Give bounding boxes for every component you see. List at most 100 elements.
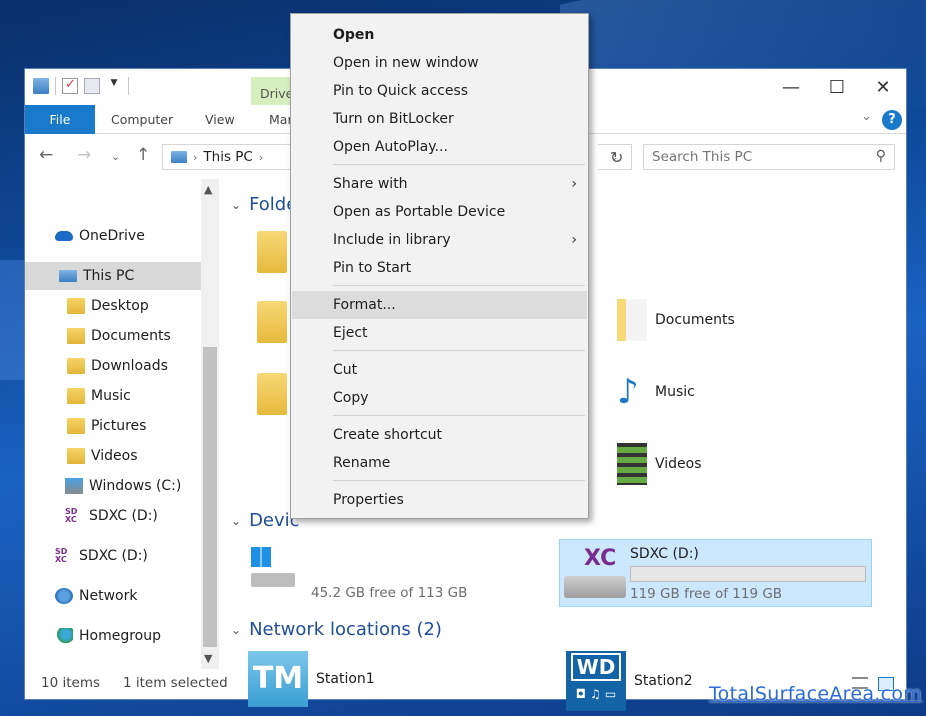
menu-item-open-autoplay[interactable]: Open AutoPlay...	[292, 133, 587, 161]
properties-check-icon[interactable]: ✓	[62, 77, 78, 94]
refresh-icon[interactable]: ↻	[610, 148, 623, 167]
menu-separator	[333, 480, 585, 481]
new-folder-icon[interactable]	[84, 78, 100, 94]
recent-locations-chevron-icon[interactable]: ⌄	[111, 150, 120, 163]
sidebar-item-windows-c[interactable]: Windows (C:)	[25, 472, 201, 500]
folder-item-desktop[interactable]	[257, 231, 287, 273]
sidebar-item-label: This PC	[83, 268, 135, 284]
menu-item-pin-to-quick-access[interactable]: Pin to Quick access	[292, 77, 587, 105]
sidebar-item-downloads[interactable]: Downloads	[25, 352, 201, 380]
menu-item-pin-to-start[interactable]: Pin to Start	[292, 254, 587, 282]
menu-item-open-in-new-window[interactable]: Open in new window	[292, 49, 587, 77]
sidebar-item-this-pc[interactable]: This PC	[25, 262, 201, 290]
folder-item-music[interactable]: ♪ Music	[617, 371, 695, 413]
windows-c-drive-icon[interactable]	[251, 547, 295, 591]
up-arrow-icon[interactable]: ↑	[136, 145, 150, 165]
watermark-link[interactable]: TotalSurfaceArea.com	[709, 683, 922, 705]
maximize-button[interactable]: ☐	[814, 69, 860, 105]
menu-item-copy[interactable]: Copy	[292, 384, 587, 412]
folder-label: Music	[655, 384, 695, 400]
c-drive-free-space: 45.2 GB free of 113 GB	[311, 585, 468, 601]
sidebar-item-videos[interactable]: Videos	[25, 442, 201, 470]
menu-item-label: Include in library	[333, 232, 451, 248]
context-menu: Open Open in new window Pin to Quick acc…	[290, 13, 589, 519]
sidebar-item-label: Documents	[91, 328, 171, 344]
menu-item-cut[interactable]: Cut	[292, 356, 587, 384]
help-icon[interactable]: ?	[882, 110, 902, 130]
forward-arrow-icon[interactable]: →	[77, 145, 91, 165]
menu-item-turn-on-bitlocker[interactable]: Turn on BitLocker	[292, 105, 587, 133]
drive-name: SDXC (D:)	[630, 546, 699, 562]
menu-separator	[333, 415, 585, 416]
folder-item-documents[interactable]: Documents	[617, 299, 735, 341]
windows-drive-icon	[65, 478, 83, 494]
folder-icon	[257, 301, 287, 343]
status-selection: 1 item selected	[123, 675, 228, 691]
back-arrow-icon[interactable]: ←	[39, 145, 53, 165]
search-box[interactable]: ⚲	[643, 144, 895, 170]
folders-group-header[interactable]: ⌄ Folde	[231, 194, 297, 215]
videos-folder-icon	[67, 448, 85, 464]
sidebar-item-network[interactable]: Network	[25, 582, 201, 610]
sidebar-item-homegroup[interactable]: Homegroup	[25, 622, 201, 650]
sidebar-item-pictures[interactable]: Pictures	[25, 412, 201, 440]
breadcrumb-this-pc[interactable]: This PC	[203, 149, 252, 165]
close-button[interactable]: ✕	[860, 69, 906, 105]
collapse-chevron-icon[interactable]: ⌄	[231, 623, 241, 637]
navigation-pane: OneDrive This PC Desktop Documents Downl…	[25, 179, 201, 669]
sidebar-item-label: Windows (C:)	[89, 478, 182, 494]
tab-computer[interactable]: Computer	[95, 105, 189, 134]
sidebar-item-sdxc-d-root[interactable]: SD XC SDXC (D:)	[25, 542, 201, 570]
menu-item-include-in-library[interactable]: Include in library ›	[292, 226, 587, 254]
folder-item-videos[interactable]: Videos	[617, 443, 702, 485]
folder-icon	[257, 231, 287, 273]
sidebar-item-desktop[interactable]: Desktop	[25, 292, 201, 320]
collapse-chevron-icon[interactable]: ⌄	[231, 198, 241, 212]
scroll-down-arrow-icon[interactable]: ▼	[204, 652, 212, 665]
sidebar-item-documents[interactable]: Documents	[25, 322, 201, 350]
scrollbar-thumb[interactable]	[203, 347, 217, 647]
minimize-button[interactable]: —	[768, 69, 814, 105]
sdxc-d-drive-tile[interactable]: XC SDXC (D:) 119 GB free of 119 GB	[559, 539, 872, 607]
expand-ribbon-chevron-icon[interactable]: ⌄	[861, 109, 872, 124]
folder-item-downloads[interactable]	[257, 301, 287, 343]
downloads-folder-icon	[67, 358, 85, 374]
quick-access-toolbar: ✓ ▼	[33, 77, 129, 95]
sidebar-item-label: Homegroup	[79, 628, 162, 644]
menu-separator	[333, 285, 585, 286]
sdxc-drive-icon: XC	[564, 544, 626, 602]
menu-item-open[interactable]: Open	[292, 21, 587, 49]
breadcrumb-chevron-icon[interactable]: ›	[259, 151, 263, 164]
network-locations-group-header[interactable]: ⌄ Network locations (2)	[231, 619, 442, 640]
sdxc-icon: SD XC	[65, 507, 78, 524]
breadcrumb-chevron-icon[interactable]: ›	[193, 151, 197, 164]
folder-item-pictures[interactable]	[257, 373, 287, 415]
menu-item-create-shortcut[interactable]: Create shortcut	[292, 421, 587, 449]
tab-file[interactable]: File	[25, 105, 95, 134]
pictures-folder-icon	[67, 418, 85, 434]
sidebar-item-music[interactable]: Music	[25, 382, 201, 410]
submenu-chevron-icon: ›	[571, 176, 577, 192]
menu-item-rename[interactable]: Rename	[292, 449, 587, 477]
navigation-pane-scrollbar[interactable]: ▲ ▼	[201, 179, 219, 669]
sidebar-item-label: SDXC (D:)	[89, 508, 158, 524]
folder-label: Videos	[655, 456, 702, 472]
menu-item-open-as-portable-device[interactable]: Open as Portable Device	[292, 198, 587, 226]
network-icon	[55, 588, 73, 604]
menu-item-format[interactable]: Format...	[292, 291, 587, 319]
scroll-up-arrow-icon[interactable]: ▲	[204, 183, 212, 196]
search-icon[interactable]: ⚲	[876, 148, 886, 164]
sidebar-item-sdxc-d[interactable]: SD XC SDXC (D:)	[25, 502, 201, 530]
menu-item-properties[interactable]: Properties	[292, 486, 587, 514]
collapse-chevron-icon[interactable]: ⌄	[231, 514, 241, 528]
menu-item-eject[interactable]: Eject	[292, 319, 587, 347]
sidebar-item-onedrive[interactable]: OneDrive	[25, 222, 201, 250]
customize-toolbar-chevron-icon[interactable]: ▼	[106, 78, 122, 94]
documents-folder-icon	[67, 328, 85, 344]
tab-view[interactable]: View	[189, 105, 251, 134]
address-bar[interactable]: › This PC ›	[162, 144, 292, 170]
this-pc-icon[interactable]	[33, 78, 49, 94]
search-input[interactable]	[652, 149, 862, 165]
status-item-count: 10 items	[41, 675, 101, 691]
menu-item-share-with[interactable]: Share with ›	[292, 170, 587, 198]
